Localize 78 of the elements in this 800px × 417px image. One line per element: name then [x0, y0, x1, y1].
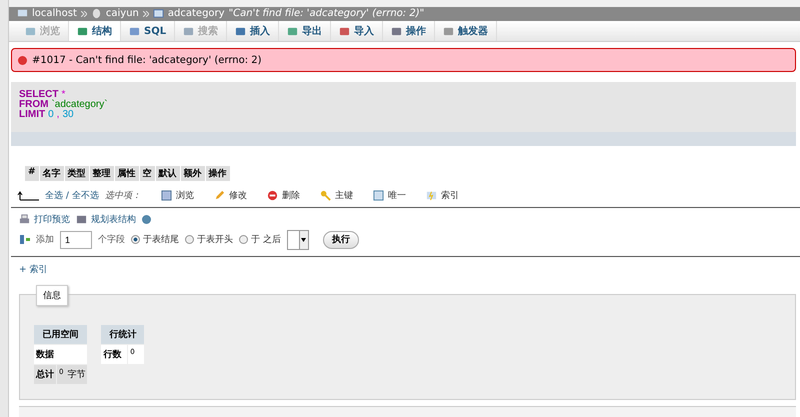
sql-token: SELECT	[19, 90, 58, 100]
position-option[interactable]: 于表开头	[185, 233, 233, 246]
tab-icon	[287, 26, 298, 37]
chevron-icon	[80, 10, 87, 17]
table-cell: 数据	[34, 344, 88, 364]
unique-index-icon	[372, 190, 384, 202]
position-option[interactable]: 于 之后	[239, 233, 281, 246]
sql-token: 0	[48, 110, 54, 120]
help-icon	[142, 214, 151, 224]
printer-icon	[19, 214, 30, 225]
position-option[interactable]: 于表结尾	[131, 233, 179, 246]
error-icon	[18, 56, 27, 65]
action-button[interactable]: 浏览	[160, 189, 194, 202]
tab-icon	[235, 26, 246, 37]
action-button[interactable]: 删除	[266, 189, 300, 202]
pencil-icon	[214, 190, 225, 202]
link[interactable]: 打印预览	[19, 212, 70, 226]
column-header: 整理	[90, 166, 114, 182]
sql-token: FROM	[19, 100, 48, 110]
tab[interactable]: 触发器	[435, 21, 498, 42]
sql-token: `adcategory`	[51, 100, 108, 110]
sql-token: 30	[62, 110, 74, 120]
tab[interactable]: 插入	[227, 21, 280, 42]
add-column-icon	[19, 234, 30, 246]
error-note: "Can't find file: 'adcategory' (errno: 2)"	[228, 8, 424, 20]
tab-icon	[77, 26, 88, 37]
column-header: 类型	[64, 166, 89, 182]
add-index-link[interactable]: + 索引	[19, 262, 48, 276]
arrow-icon	[17, 190, 39, 201]
column-header: 属性	[114, 166, 139, 182]
field-count-input[interactable]: 1	[60, 230, 92, 249]
column-header: 名字	[40, 166, 64, 182]
action-button[interactable]: 索引	[426, 189, 459, 202]
breadcrumb-link[interactable]: caiyun	[106, 8, 139, 20]
tab-icon	[183, 26, 194, 37]
tab[interactable]: SQL	[121, 21, 176, 42]
action-button[interactable]: 主键	[320, 189, 353, 202]
with-selected-label: 选中项：	[104, 190, 141, 202]
column-header: 操作	[206, 166, 230, 182]
tab-icon	[25, 26, 36, 37]
tab[interactable]: 导入	[331, 21, 384, 42]
sql-token: LIMIT	[19, 110, 46, 120]
breadcrumb-link[interactable]: adcategory	[168, 8, 225, 20]
unit-label: 个字段	[98, 234, 125, 246]
sql-token: *	[61, 90, 66, 100]
column-header: 空	[140, 166, 155, 182]
link[interactable]: 规划表结构	[76, 212, 136, 226]
breadcrumb-link[interactable]: localhost	[32, 8, 77, 20]
caret-icon	[301, 238, 306, 242]
go-button[interactable]: 执行	[322, 230, 359, 249]
column-header: #	[25, 166, 39, 182]
tab-icon	[129, 26, 140, 37]
tab-icon	[339, 26, 350, 37]
table-cell: 行数	[101, 344, 128, 364]
tab-icon	[443, 26, 454, 37]
sql-token: ,	[56, 110, 60, 120]
add-label: 添加	[36, 234, 54, 246]
table-icon	[152, 8, 164, 20]
tab[interactable]: 结构	[69, 21, 121, 42]
column-header: 额外	[180, 166, 205, 182]
tab[interactable]: 操作	[383, 21, 436, 42]
key-icon	[320, 190, 331, 202]
info-legend: 信息	[36, 284, 68, 306]
select-all-link[interactable]: 全选 / 全不选	[45, 189, 99, 202]
column-header: 默认	[156, 166, 180, 182]
error-text: #1017 - Can't find file: 'adcategory' (errno: 2)	[32, 54, 262, 66]
column-header: 已用空间	[34, 324, 88, 344]
index-icon	[426, 190, 437, 202]
column-header: 行统计	[101, 324, 144, 344]
table-icon	[160, 190, 172, 202]
table-cell: 总计	[34, 364, 56, 384]
chevron-icon	[142, 10, 149, 17]
tab-icon	[391, 26, 402, 37]
action-button[interactable]: 修改	[214, 189, 247, 202]
tab[interactable]: 导出	[279, 21, 332, 42]
action-button[interactable]: 唯一	[372, 189, 406, 202]
column-select[interactable]	[286, 230, 309, 250]
delete-icon	[266, 190, 278, 202]
